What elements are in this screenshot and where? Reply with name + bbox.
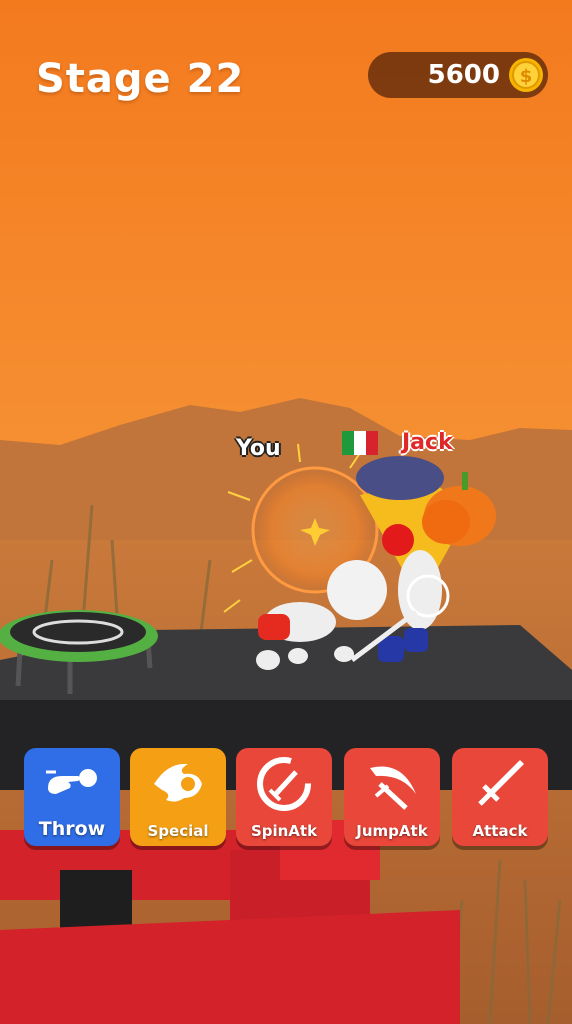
flag-stripe-red — [366, 431, 378, 455]
special-button[interactable]: Special — [130, 748, 226, 846]
bouquet-flowers — [356, 456, 444, 500]
attack-button-label: Attack — [472, 822, 528, 840]
spin-attack-button-label: SpinAtk — [250, 822, 318, 840]
fire-burst-icon — [154, 763, 202, 802]
coin-counter: 5600 $ — [368, 52, 548, 98]
throw-ball-icon — [46, 769, 97, 794]
skill-bar: Throw Special SpinAtk JumpAtk Attack — [22, 748, 550, 848]
game-scene — [0, 0, 572, 1024]
dollar-coin-icon: $ — [509, 58, 543, 92]
jump-attack-button-label: JumpAtk — [356, 822, 428, 840]
player-name-tag: You — [236, 436, 281, 461]
throw-button-label: Throw — [38, 818, 106, 840]
spin-sword-icon — [257, 757, 311, 811]
spin-attack-button[interactable]: SpinAtk — [236, 748, 332, 846]
pumpkin-stem — [462, 472, 468, 490]
special-button-label: Special — [147, 822, 209, 840]
coin-count: 5600 — [427, 60, 500, 90]
jump-attack-button[interactable]: JumpAtk — [344, 748, 440, 846]
flag-stripe-white — [354, 431, 366, 455]
italy-flag-icon — [342, 431, 378, 455]
opponent-hair — [422, 500, 470, 544]
throw-button[interactable]: Throw — [24, 748, 120, 846]
sword-icon — [478, 760, 524, 806]
flag-stripe-green — [342, 431, 354, 455]
attack-button[interactable]: Attack — [452, 748, 548, 846]
opponent-name-tag: Jack — [402, 430, 453, 455]
svg-text:$: $ — [520, 66, 533, 87]
jump-sword-icon — [370, 766, 416, 810]
stage-label: Stage 22 — [36, 56, 245, 102]
